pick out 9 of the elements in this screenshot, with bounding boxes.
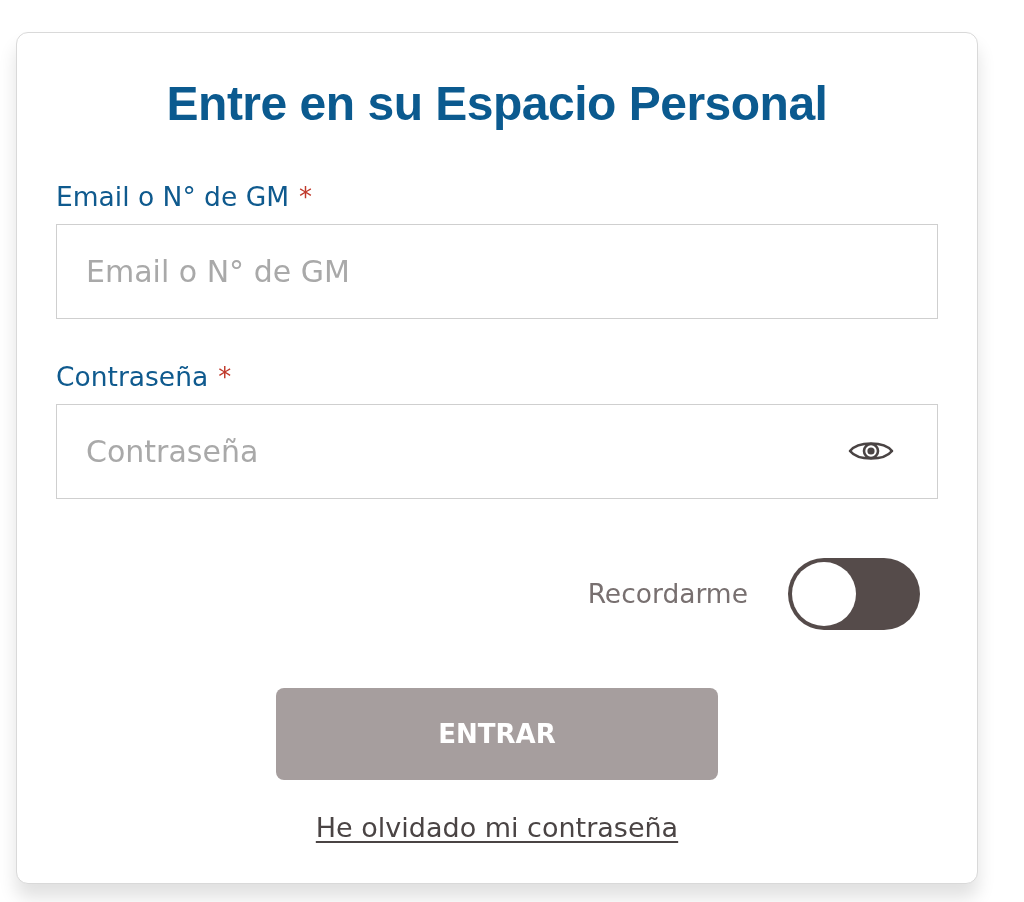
required-asterisk: *	[218, 361, 232, 393]
password-field[interactable]: Contraseña	[56, 404, 938, 499]
field-label: Email o N° de GM	[56, 181, 290, 213]
remember-label: Recordarme	[587, 578, 748, 610]
email-field[interactable]: Email o N° de GM	[56, 224, 938, 319]
required-asterisk: *	[299, 181, 313, 213]
login-title: Entre en su Espacio Personal	[166, 77, 828, 131]
field-label: Contraseña	[56, 361, 209, 393]
forgot-password-link[interactable]: He olvidado mi contraseña	[315, 812, 679, 844]
